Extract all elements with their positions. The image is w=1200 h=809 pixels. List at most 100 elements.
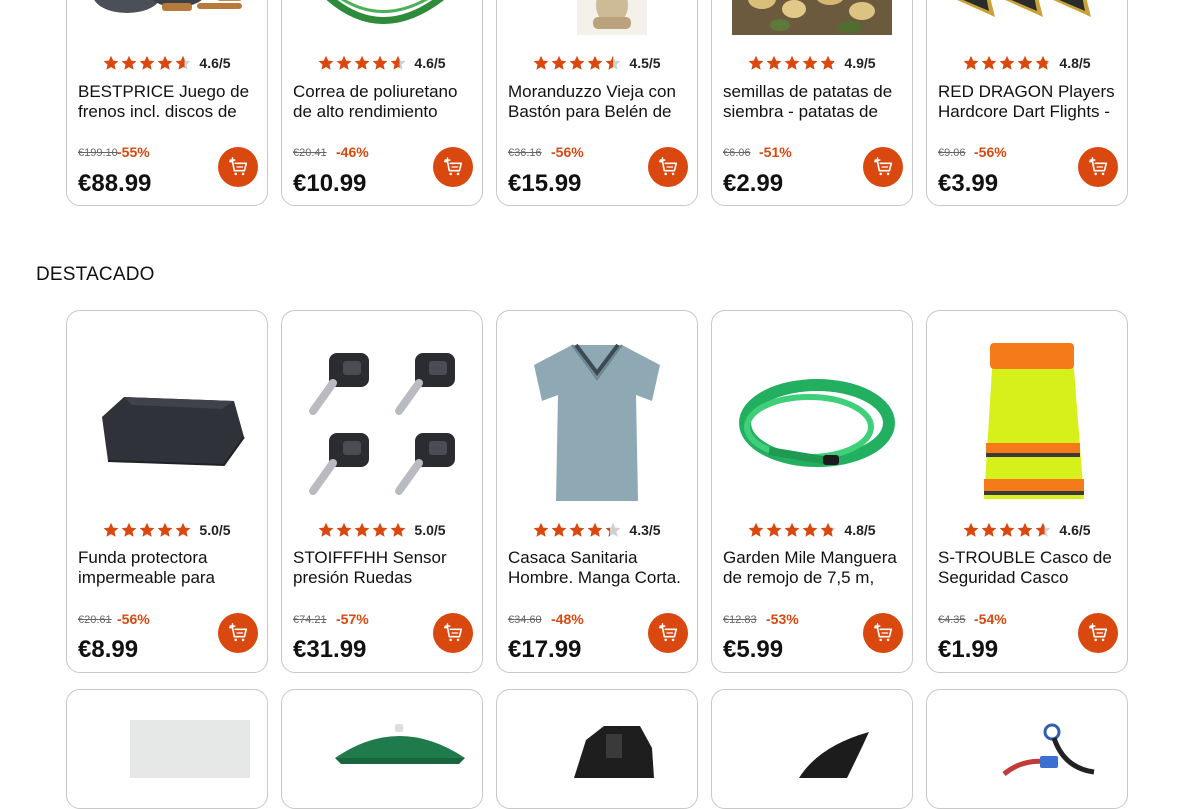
star-icon xyxy=(749,55,764,70)
product-title[interactable]: semillas de patatas de siembra - patatas… xyxy=(723,82,902,122)
add-to-cart-icon xyxy=(873,157,893,176)
product-image[interactable] xyxy=(67,339,267,505)
product-price: €17.99 xyxy=(508,636,582,663)
product-image[interactable] xyxy=(282,0,482,35)
product-image[interactable] xyxy=(927,0,1127,35)
rating-text: 5.0/5 xyxy=(414,522,446,538)
star-icon xyxy=(319,55,334,70)
product-image[interactable] xyxy=(712,339,912,505)
product-image[interactable] xyxy=(497,339,697,505)
product-title[interactable]: S-TROUBLE Casco de Seguridad Casco xyxy=(938,548,1117,588)
star-icon xyxy=(767,522,782,537)
product-card[interactable] xyxy=(66,689,268,809)
star-rating: 5.0/5 xyxy=(282,522,482,538)
star-icon xyxy=(319,522,334,537)
star-icon xyxy=(1036,55,1051,70)
product-title[interactable]: Garden Mile Manguera de remojo de 7,5 m, xyxy=(723,548,902,588)
star-icon xyxy=(158,55,173,70)
rating-text: 4.9/5 xyxy=(844,55,876,71)
product-image[interactable] xyxy=(712,0,912,35)
product-card[interactable]: 4.6/5 BESTPRICE Juego de frenos incl. di… xyxy=(66,0,268,206)
product-card[interactable] xyxy=(281,689,483,809)
star-icon xyxy=(122,522,137,537)
discount-badge: -56% xyxy=(117,611,150,627)
product-title[interactable]: BESTPRICE Juego de frenos incl. discos d… xyxy=(78,82,257,122)
add-to-cart-button[interactable] xyxy=(863,613,903,653)
discount-badge: -51% xyxy=(759,144,792,160)
original-price: €9.06 xyxy=(938,147,966,159)
discount-badge: -55% xyxy=(117,144,150,160)
add-to-cart-icon xyxy=(228,157,248,176)
product-title[interactable]: Moranduzzo Vieja con Bastón para Belén d… xyxy=(508,82,687,122)
top-product-row: 4.6/5 BESTPRICE Juego de frenos incl. di… xyxy=(66,0,1134,206)
star-icon xyxy=(588,522,603,537)
rating-text: 4.6/5 xyxy=(1059,522,1091,538)
product-card[interactable]: 4.5/5 Moranduzzo Vieja con Bastón para B… xyxy=(496,0,698,206)
discount-badge: -57% xyxy=(336,611,369,627)
star-rating: 4.6/5 xyxy=(927,522,1127,538)
product-image[interactable] xyxy=(712,718,912,778)
star-rating: 4.3/5 xyxy=(497,522,697,538)
product-image[interactable] xyxy=(67,0,267,35)
add-to-cart-button[interactable] xyxy=(1078,613,1118,653)
product-image[interactable] xyxy=(282,339,482,505)
product-title[interactable]: Funda protectora impermeable para xyxy=(78,548,257,588)
product-card[interactable]: 4.9/5 semillas de patatas de siembra - p… xyxy=(711,0,913,206)
product-card[interactable]: 4.6/5 S-TROUBLE Casco de Seguridad Casco… xyxy=(926,310,1128,673)
add-to-cart-button[interactable] xyxy=(218,613,258,653)
product-card[interactable]: 4.8/5 Garden Mile Manguera de remojo de … xyxy=(711,310,913,673)
product-card[interactable]: 5.0/5 Funda protectora impermeable para … xyxy=(66,310,268,673)
star-icon xyxy=(122,55,137,70)
product-image[interactable] xyxy=(497,718,697,778)
product-price: €88.99 xyxy=(78,170,152,197)
star-icon xyxy=(1000,522,1015,537)
star-icon xyxy=(355,55,370,70)
product-title[interactable]: RED DRAGON Players Hardcore Dart Flights… xyxy=(938,82,1117,122)
product-image[interactable] xyxy=(282,718,482,778)
add-to-cart-button[interactable] xyxy=(433,147,473,187)
product-card[interactable]: 5.0/5 STOIFFFHH Sensor presión Ruedas €7… xyxy=(281,310,483,673)
rating-text: 5.0/5 xyxy=(199,522,231,538)
product-title[interactable]: STOIFFFHH Sensor presión Ruedas xyxy=(293,548,472,588)
product-price: €31.99 xyxy=(293,636,367,663)
add-to-cart-button[interactable] xyxy=(1078,147,1118,187)
add-to-cart-button[interactable] xyxy=(648,613,688,653)
product-title[interactable]: Correa de poliuretano de alto rendimient… xyxy=(293,82,472,122)
add-to-cart-button[interactable] xyxy=(433,613,473,653)
product-price: €8.99 xyxy=(78,636,139,663)
product-price: €3.99 xyxy=(938,170,999,197)
add-to-cart-button[interactable] xyxy=(218,147,258,187)
product-image[interactable] xyxy=(497,0,697,35)
product-price: €1.99 xyxy=(938,636,999,663)
product-title[interactable]: Casaca Sanitaria Hombre. Manga Corta. xyxy=(508,548,687,588)
add-to-cart-button[interactable] xyxy=(648,147,688,187)
original-price: €34.60 xyxy=(508,614,542,626)
add-to-cart-icon xyxy=(443,623,463,642)
star-icon xyxy=(337,522,352,537)
star-icon xyxy=(337,55,352,70)
product-card[interactable] xyxy=(711,689,913,809)
product-card[interactable]: 4.6/5 Correa de poliuretano de alto rend… xyxy=(281,0,483,206)
original-price: €6.06 xyxy=(723,147,751,159)
product-card[interactable] xyxy=(496,689,698,809)
add-to-cart-button[interactable] xyxy=(863,147,903,187)
star-icon xyxy=(391,522,406,537)
star-icon xyxy=(534,522,549,537)
product-card[interactable]: 4.3/5 Casaca Sanitaria Hombre. Manga Cor… xyxy=(496,310,698,673)
discount-badge: -46% xyxy=(336,144,369,160)
discount-badge: -54% xyxy=(974,611,1007,627)
star-rating: 4.8/5 xyxy=(927,55,1127,71)
section-title: DESTACADO xyxy=(36,264,155,285)
star-rating: 5.0/5 xyxy=(67,522,267,538)
star-icon xyxy=(176,55,191,70)
original-price: €20.61 xyxy=(78,614,112,626)
star-icon xyxy=(552,522,567,537)
star-icon xyxy=(749,522,764,537)
product-image[interactable] xyxy=(927,718,1127,778)
product-card[interactable] xyxy=(926,689,1128,809)
product-card[interactable]: 4.8/5 RED DRAGON Players Hardcore Dart F… xyxy=(926,0,1128,206)
star-icon xyxy=(767,55,782,70)
star-icon xyxy=(982,55,997,70)
product-image[interactable] xyxy=(927,339,1127,505)
product-image[interactable] xyxy=(67,718,267,778)
